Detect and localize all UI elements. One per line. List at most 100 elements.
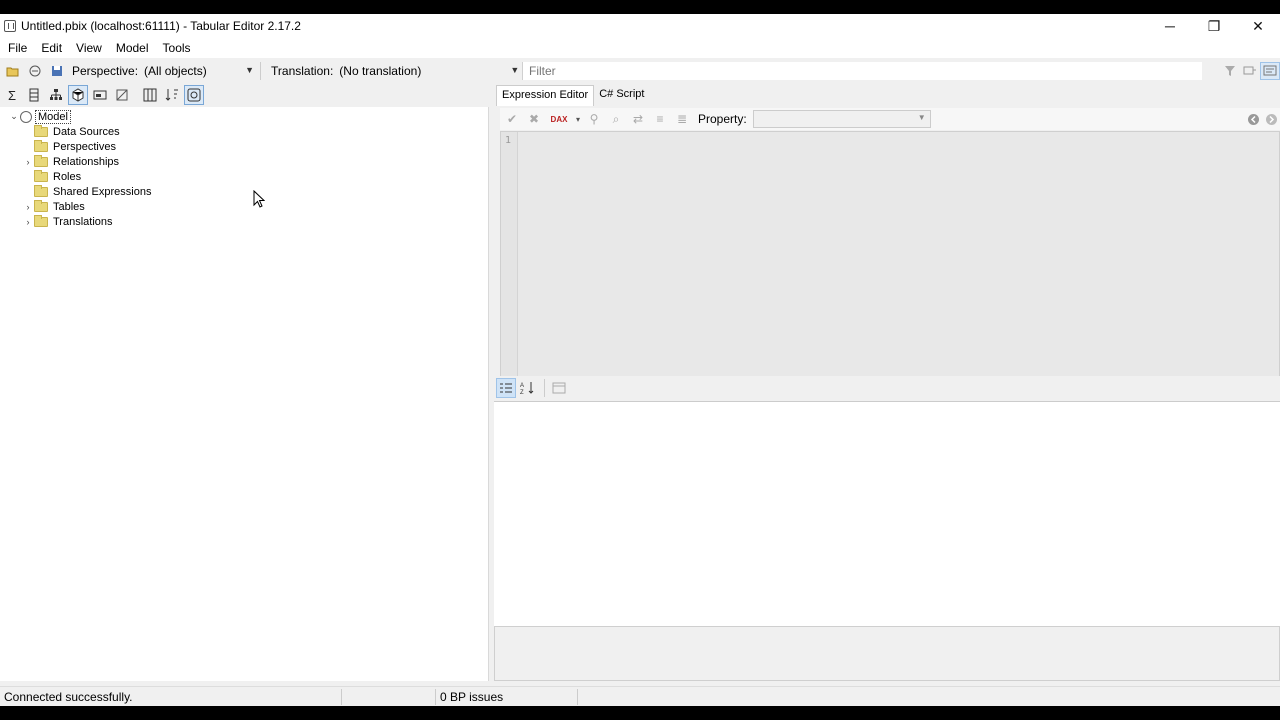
restore-button[interactable]: ❐ <box>1192 14 1236 38</box>
hidden-objects-icon[interactable] <box>90 85 110 105</box>
expand-icon[interactable]: › <box>22 202 34 212</box>
expression-editor-area[interactable]: 1 <box>500 131 1280 378</box>
tree-item-perspectives[interactable]: Perspectives <box>22 139 116 154</box>
editor-tabs: Expression Editor C# Script <box>496 84 1280 106</box>
folder-icon <box>34 184 48 197</box>
tree-item-data-sources[interactable]: Data Sources <box>22 124 120 139</box>
line-number-gutter: 1 <box>501 132 518 377</box>
folder-icon <box>34 199 48 212</box>
sigma-icon[interactable]: Σ <box>2 85 22 105</box>
accept-icon[interactable]: ✔ <box>502 110 522 128</box>
tree-item-tables[interactable]: › Tables <box>22 199 85 214</box>
tree-item-label: Roles <box>53 170 82 183</box>
translation-value: (No translation) <box>339 64 422 78</box>
expand-icon[interactable]: › <box>22 217 34 227</box>
uncomment-icon[interactable]: ≣ <box>672 110 692 128</box>
info-columns-icon[interactable] <box>184 85 204 105</box>
cancel-icon[interactable]: ✖ <box>524 110 544 128</box>
model-label: Model <box>35 109 71 124</box>
filter-toggle-icon[interactable] <box>1260 62 1280 80</box>
property-grid-toolbar: AZ <box>494 376 1280 400</box>
dependencies-icon[interactable]: ⚲ <box>584 110 604 128</box>
dax-format-icon[interactable]: DAX <box>546 110 572 128</box>
translation-dropdown[interactable]: (No translation) ▼ <box>333 62 521 80</box>
perspective-label: Perspective: <box>72 64 139 78</box>
tree-item-label: Data Sources <box>53 125 120 138</box>
svg-text:A: A <box>520 383 524 389</box>
bp-issues[interactable]: 0 BP issues <box>436 688 578 705</box>
status-spacer <box>342 688 436 705</box>
chevron-down-icon: ▼ <box>510 65 520 75</box>
tree-item-label: Perspectives <box>53 140 116 153</box>
deploy-icon[interactable] <box>26 62 44 80</box>
title-bar: Untitled.pbix (localhost:61111) - Tabula… <box>0 14 1280 38</box>
status-bar: Connected successfully. 0 BP issues <box>0 686 1280 706</box>
columns-view-icon[interactable] <box>140 85 160 105</box>
window-title: Untitled.pbix (localhost:61111) - Tabula… <box>21 19 301 33</box>
tree-root-model[interactable]: ⌄ Model <box>8 109 71 124</box>
perspective-dropdown[interactable]: (All objects) ▼ <box>138 62 256 80</box>
expand-icon[interactable]: › <box>22 157 34 167</box>
hierarchy-icon[interactable] <box>46 85 66 105</box>
menu-view[interactable]: View <box>70 41 108 55</box>
tab-csharp-script[interactable]: C# Script <box>594 85 649 106</box>
display-folder-icon[interactable] <box>68 85 88 105</box>
tree-item-roles[interactable]: Roles <box>22 169 81 184</box>
collapse-icon[interactable]: ⌄ <box>8 111 20 122</box>
column-icon[interactable] <box>24 85 44 105</box>
forward-icon[interactable] <box>1262 110 1280 128</box>
tab-expression-editor[interactable]: Expression Editor <box>496 85 595 106</box>
open-icon[interactable] <box>4 62 22 80</box>
svg-text:Z: Z <box>520 390 524 395</box>
tree-item-shared-expressions[interactable]: Shared Expressions <box>22 184 151 199</box>
window-controls: ─ ❐ ✕ <box>1148 14 1280 38</box>
filter-input[interactable] <box>523 62 1202 80</box>
main-toolbar: Perspective: (All objects) ▼ Translation… <box>0 59 1280 83</box>
expression-editor-toolbar: ✔ ✖ DAX ▾ ⚲ ⌕ ⇄ ≡ ≣ Property: ▼ <box>500 108 1280 130</box>
show-all-icon[interactable] <box>112 85 132 105</box>
replace-icon[interactable]: ⇄ <box>628 110 648 128</box>
menu-edit[interactable]: Edit <box>35 41 68 55</box>
screen: Untitled.pbix (localhost:61111) - Tabula… <box>0 0 1280 720</box>
dropdown-arrow-icon[interactable]: ▾ <box>574 110 582 128</box>
tree-item-label: Translations <box>53 215 113 228</box>
folder-icon <box>34 214 48 227</box>
property-grid[interactable] <box>494 401 1280 626</box>
filter-box <box>522 62 1202 80</box>
comment-icon[interactable]: ≡ <box>650 110 670 128</box>
perspective-value: (All objects) <box>144 64 207 78</box>
property-dropdown[interactable]: ▼ <box>752 110 931 128</box>
nav-buttons <box>1244 110 1280 128</box>
toolbar-separator <box>260 62 262 80</box>
model-tree: ⌄ Model Data Sources Perspectives › Rela… <box>0 107 489 681</box>
folder-icon <box>34 169 48 182</box>
translation-label: Translation: <box>271 64 334 78</box>
property-label: Property: <box>698 112 747 126</box>
menu-bar: File Edit View Model Tools <box>0 38 1280 58</box>
menu-model[interactable]: Model <box>110 41 155 55</box>
sort-icon[interactable] <box>162 85 182 105</box>
status-message: Connected successfully. <box>0 688 342 705</box>
back-icon[interactable] <box>1244 110 1262 128</box>
chevron-down-icon: ▼ <box>917 113 926 122</box>
tree-item-relationships[interactable]: › Relationships <box>22 154 119 169</box>
tree-item-label: Tables <box>53 200 85 213</box>
property-description <box>494 626 1280 681</box>
save-icon[interactable] <box>48 62 66 80</box>
categorized-icon[interactable] <box>496 378 516 398</box>
folder-icon <box>34 154 48 167</box>
menu-tools[interactable]: Tools <box>157 41 197 55</box>
property-pages-icon[interactable] <box>549 378 569 398</box>
minimize-button[interactable]: ─ <box>1148 14 1192 38</box>
filter-mode-icon[interactable] <box>1240 62 1260 80</box>
menu-file[interactable]: File <box>2 41 33 55</box>
alphabetical-sort-icon[interactable]: AZ <box>518 378 538 398</box>
tree-item-translations[interactable]: › Translations <box>22 214 113 229</box>
funnel-icon[interactable] <box>1220 62 1240 80</box>
line-number: 1 <box>505 135 512 146</box>
find-icon[interactable]: ⌕ <box>606 110 626 128</box>
tree-item-label: Shared Expressions <box>53 185 152 198</box>
tree-toolbar: Σ <box>0 84 490 106</box>
close-button[interactable]: ✕ <box>1236 14 1280 38</box>
toolbar-separator <box>544 379 545 397</box>
